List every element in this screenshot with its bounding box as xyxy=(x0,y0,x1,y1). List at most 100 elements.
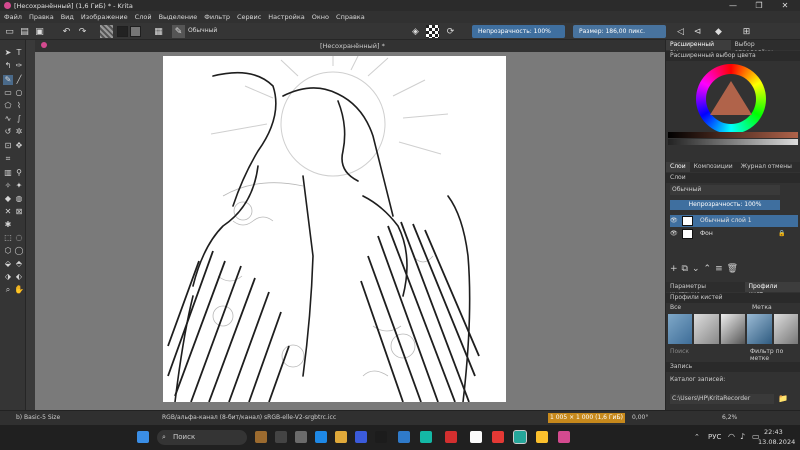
lock-icon[interactable]: 🔒 xyxy=(778,228,785,240)
menu-view[interactable]: Вид xyxy=(61,13,74,21)
brush-preset-icon[interactable]: ✎ xyxy=(172,25,185,38)
brush-preset-thumb[interactable] xyxy=(720,314,746,344)
app-icon[interactable] xyxy=(295,431,307,443)
freehand-brush-tool-icon[interactable]: ✎ xyxy=(3,75,13,85)
widget-icon[interactable] xyxy=(255,431,267,443)
zoom-tool-icon[interactable]: ⌕ xyxy=(3,285,13,295)
calligraphy-tool-icon[interactable]: ✑ xyxy=(14,61,24,71)
reference-images-tool-icon[interactable]: ✱ xyxy=(3,220,13,230)
krita-taskbar-icon[interactable] xyxy=(558,431,570,443)
polygon-selection-tool-icon[interactable]: ⬡ xyxy=(3,246,13,256)
brush-preset-thumb[interactable] xyxy=(694,314,719,344)
transform-tool-icon[interactable]: ⊡ xyxy=(3,141,13,151)
menu-edit[interactable]: Правка xyxy=(29,13,54,21)
similar-selection-tool-icon[interactable]: ⬘ xyxy=(14,259,24,269)
crop-tool-icon[interactable]: ⌗ xyxy=(3,154,13,164)
app-icon[interactable] xyxy=(513,430,527,444)
enclose-fill-tool-icon[interactable]: ◍ xyxy=(14,194,24,204)
menu-select[interactable]: Выделение xyxy=(159,13,198,21)
mirror-vertical-icon[interactable]: ⊲ xyxy=(691,25,704,38)
delete-layer-icon[interactable]: 🗑 xyxy=(727,264,742,274)
save-icon[interactable]: ▣ xyxy=(33,25,46,38)
undo-icon[interactable]: ↶ xyxy=(60,25,73,38)
menu-image[interactable]: Изображение xyxy=(81,13,128,21)
alpha-lock-icon[interactable] xyxy=(426,25,439,38)
menu-file[interactable]: Файл xyxy=(4,13,22,21)
opacity-slider[interactable]: Непрозрачность: 100% xyxy=(472,25,565,38)
app-icon[interactable] xyxy=(470,431,482,443)
tab-tool-options[interactable]: Параметры инструме... xyxy=(666,282,745,298)
menu-window[interactable]: Окно xyxy=(312,13,329,21)
input-language[interactable]: РУС xyxy=(708,433,721,441)
move-down-icon[interactable]: ⌄ xyxy=(692,264,704,274)
yandex-icon[interactable] xyxy=(492,431,504,443)
brush-preset-thumb[interactable] xyxy=(773,314,799,344)
gradient-edit-icon[interactable]: ▦ xyxy=(152,25,165,38)
brush-preset-thumb[interactable] xyxy=(747,314,772,344)
close-button[interactable]: ✕ xyxy=(772,0,798,11)
folder-icon[interactable]: 📁 xyxy=(778,394,788,403)
edit-shapes-tool-icon[interactable]: ↰ xyxy=(3,61,13,71)
rectangle-selection-tool-icon[interactable]: ⬚ xyxy=(3,233,13,243)
menu-layer[interactable]: Слой xyxy=(135,13,152,21)
wifi-icon[interactable]: ◠ xyxy=(728,432,735,441)
photos-icon[interactable] xyxy=(398,431,410,443)
gradient-tool-icon[interactable]: ▥ xyxy=(3,168,13,178)
move-up-icon[interactable]: ⌃ xyxy=(704,264,716,274)
fill-tool-icon[interactable]: ◆ xyxy=(3,194,13,204)
mirror-horizontal-icon[interactable]: ◁ xyxy=(674,25,687,38)
multibrush-tool-icon[interactable]: ✲ xyxy=(14,127,24,137)
volume-icon[interactable]: ♪ xyxy=(740,432,745,441)
duplicate-layer-icon[interactable]: ⧉ xyxy=(682,264,692,274)
layer-blend-mode-select[interactable]: Обычный xyxy=(670,185,780,195)
file-explorer-icon[interactable] xyxy=(335,431,347,443)
menu-filter[interactable]: Фильтр xyxy=(204,13,230,21)
workspace-icon[interactable]: ⊞ xyxy=(740,25,753,38)
assistant-tool-icon[interactable]: ✕ xyxy=(3,207,13,217)
document-tab[interactable]: [Несохранённый] * xyxy=(320,42,385,50)
filter-by-tag-checkbox[interactable]: Фильтр по метке xyxy=(750,348,800,362)
measure-tool-icon[interactable]: ⊠ xyxy=(14,207,24,217)
blend-mode-select[interactable]: Обычный xyxy=(188,27,278,36)
smart-patch-tool-icon[interactable]: ✦ xyxy=(14,181,24,191)
freehand-path-tool-icon[interactable]: ∫ xyxy=(14,114,24,124)
rectangle-tool-icon[interactable]: ▭ xyxy=(3,88,13,98)
size-slider[interactable]: Размер: 186,00 пикс. xyxy=(573,25,666,38)
clock-time[interactable]: 22:43 xyxy=(764,428,783,436)
layer-properties-icon[interactable]: ≡ xyxy=(715,264,727,274)
windows-start-icon[interactable] xyxy=(137,431,149,443)
tab-specific-color[interactable]: Выбор определённ... xyxy=(731,40,800,56)
eye-icon[interactable]: 👁 xyxy=(670,217,678,224)
magnetic-selection-tool-icon[interactable]: ⬖ xyxy=(14,272,24,282)
pan-tool-icon[interactable]: ✋ xyxy=(14,285,24,295)
eye-icon[interactable]: 👁 xyxy=(670,230,678,237)
minimize-button[interactable]: — xyxy=(720,0,746,11)
tab-brush-presets[interactable]: Профили кист... xyxy=(744,282,800,298)
polygon-tool-icon[interactable]: ⬠ xyxy=(3,101,13,111)
color-picker-tool-icon[interactable]: ⚲ xyxy=(14,168,24,178)
reload-preset-icon[interactable]: ⟳ xyxy=(444,25,457,38)
color-wheel[interactable] xyxy=(696,64,766,134)
brush-tag-select[interactable]: Метка xyxy=(752,304,772,311)
select-shapes-tool-icon[interactable]: ➤ xyxy=(3,48,13,58)
app-icon[interactable] xyxy=(445,431,457,443)
store-icon[interactable] xyxy=(355,431,367,443)
wrap-around-icon[interactable]: ◆ xyxy=(712,25,725,38)
taskbar-search-box[interactable]: ⌕ Поиск xyxy=(157,430,247,445)
dynamic-brush-tool-icon[interactable]: ↺ xyxy=(3,127,13,137)
brush-filter-select[interactable]: Все xyxy=(670,304,681,311)
text-tool-icon[interactable]: T xyxy=(14,48,24,58)
foreground-color-swatch[interactable] xyxy=(117,26,128,37)
ellipse-tool-icon[interactable]: ○ xyxy=(14,88,24,98)
eraser-icon[interactable]: ◈ xyxy=(409,25,422,38)
polyline-tool-icon[interactable]: ⌇ xyxy=(14,101,24,111)
bezier-selection-tool-icon[interactable]: ⬗ xyxy=(3,272,13,282)
app-icon[interactable] xyxy=(420,431,432,443)
zoom-level[interactable]: 6,2% xyxy=(722,411,737,425)
move-tool-icon[interactable]: ✥ xyxy=(14,141,24,151)
color-triangle[interactable] xyxy=(710,81,752,115)
freehand-selection-tool-icon[interactable]: ◯ xyxy=(14,246,24,256)
add-layer-icon[interactable]: + xyxy=(670,264,682,274)
bezier-tool-icon[interactable]: ∿ xyxy=(3,114,13,124)
amazon-icon[interactable] xyxy=(375,431,387,443)
